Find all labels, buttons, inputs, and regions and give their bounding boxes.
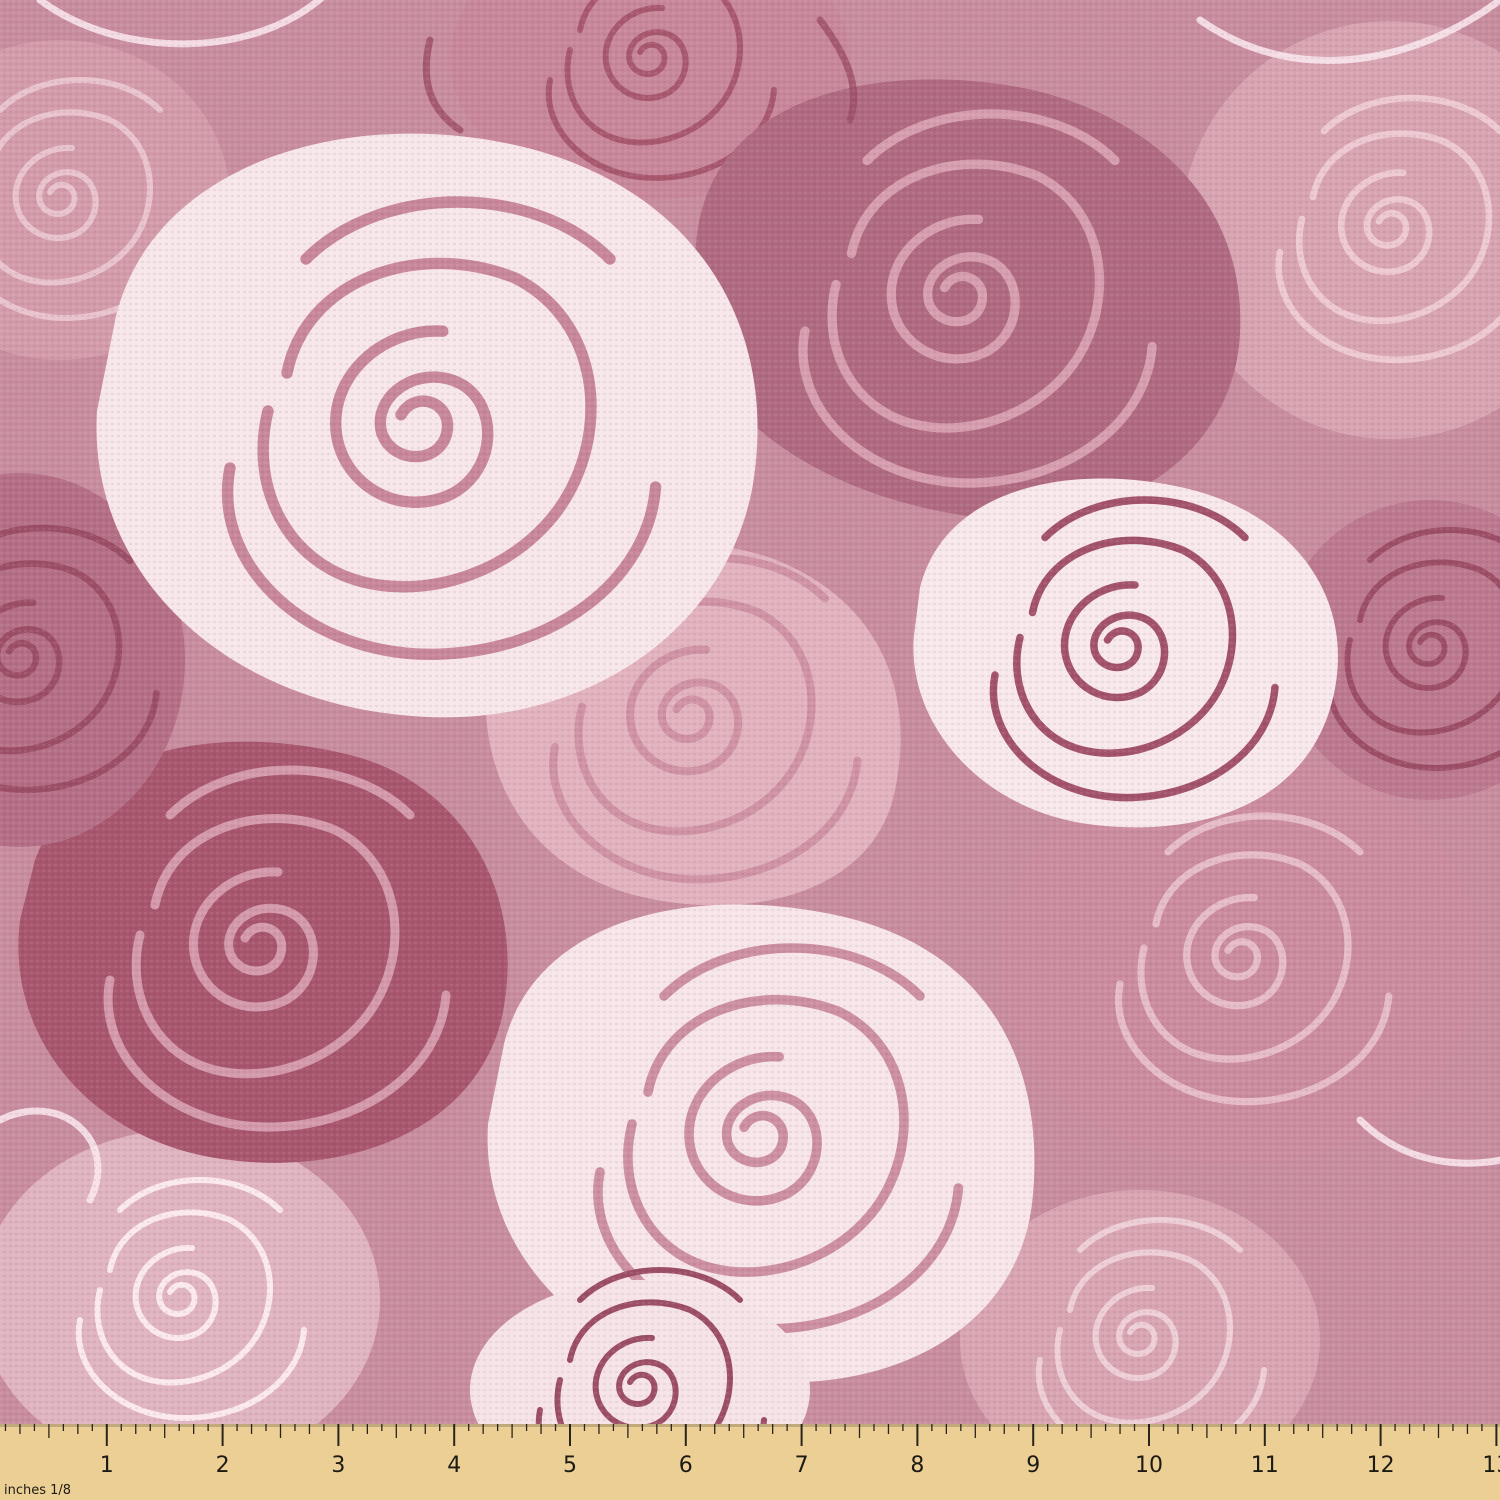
rose-fabric-pattern	[0, 0, 1500, 1500]
ruler-number: 11	[1251, 1453, 1279, 1478]
ruler-number: 3	[331, 1453, 345, 1478]
ruler-number: 4	[447, 1453, 461, 1478]
ruler-number: 6	[679, 1453, 693, 1478]
ruler-number: 13	[1482, 1453, 1500, 1478]
weave-texture	[0, 0, 1500, 1500]
measuring-ruler: 12345678910111213 inches 1/8	[0, 1424, 1500, 1500]
ruler-number: 9	[1026, 1453, 1040, 1478]
ruler-shadow	[0, 1424, 1500, 1427]
ruler-unit-label: inches 1/8	[4, 1483, 71, 1498]
ruler-number: 7	[795, 1453, 809, 1478]
ruler-number: 1	[100, 1453, 114, 1478]
ruler-number: 10	[1135, 1453, 1163, 1478]
ruler-number: 2	[216, 1453, 230, 1478]
ruler-number: 8	[910, 1453, 924, 1478]
ruler-number: 12	[1367, 1453, 1395, 1478]
ruler-number: 5	[563, 1453, 577, 1478]
